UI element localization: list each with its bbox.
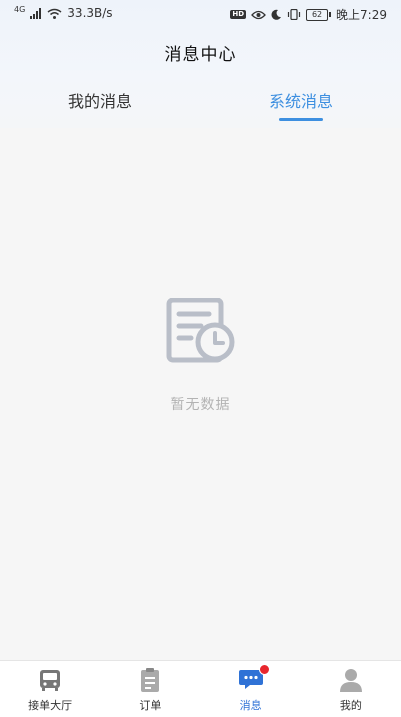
chat-bubble-icon-wrap (238, 664, 270, 691)
page-title: 消息中心 (164, 45, 237, 65)
vibrate-icon (287, 9, 301, 20)
status-bar: 4G 33.3B/s HD 62 晚上7:29 (0, 0, 401, 28)
person-icon (339, 669, 362, 692)
clipboard-icon (141, 668, 160, 692)
tab-system-messages[interactable]: 系统消息 (241, 88, 361, 126)
battery-cap (329, 12, 332, 17)
network-type-label: 4G (14, 5, 26, 14)
clock: 晚上7:29 (336, 8, 387, 22)
nav-item-order-hall[interactable]: 接单大厅 (0, 661, 100, 717)
tab-my-messages[interactable]: 我的消息 (40, 88, 160, 126)
nav-item-orders[interactable]: 订单 (100, 661, 200, 717)
active-tab-indicator (279, 118, 323, 121)
status-right: HD 62 晚上7:29 (230, 6, 387, 23)
net-speed: 33.3B/s (67, 6, 113, 20)
moon-icon (271, 9, 282, 20)
eye-icon (251, 10, 266, 19)
nav-label: 我的 (339, 699, 362, 712)
hd-badge: HD (230, 10, 247, 19)
bus-icon (40, 670, 61, 691)
battery-icon: 62 (306, 8, 332, 21)
empty-state: 暂无数据 (0, 298, 401, 414)
nav-label: 消息 (239, 699, 262, 712)
tab-label: 系统消息 (268, 92, 333, 111)
nav-item-me[interactable]: 我的 (301, 661, 401, 717)
unread-badge (258, 664, 270, 675)
document-clock-icon (166, 298, 234, 363)
empty-state-text: 暂无数据 (170, 397, 231, 413)
signal-icon (30, 7, 42, 19)
tab-label: 我的消息 (67, 92, 132, 111)
nav-label: 订单 (139, 699, 162, 712)
battery-level: 62 (306, 8, 329, 21)
status-left: 4G 33.3B/s (14, 5, 113, 21)
nav-label: 接单大厅 (28, 699, 73, 712)
nav-item-messages[interactable]: 消息 (201, 661, 301, 717)
tab-bar: 我的消息 系统消息 (0, 88, 401, 126)
bottom-nav: 接单大厅 订单 消息 我的 (0, 660, 401, 717)
wifi-icon (47, 8, 62, 19)
